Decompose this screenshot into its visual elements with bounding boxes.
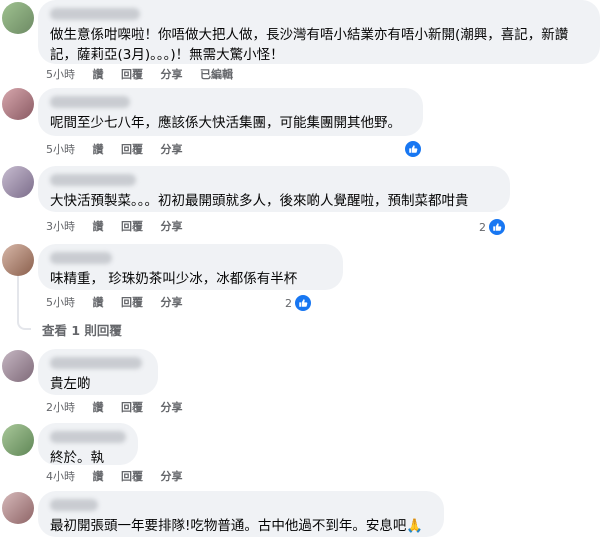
commenter-name[interactable] [50,96,130,108]
share-button[interactable]: 分享 [161,470,183,483]
avatar[interactable] [2,350,34,382]
reply-thread-line [17,276,31,330]
reply-button[interactable]: 回覆 [121,296,143,309]
reaction-summary[interactable] [404,140,422,158]
avatar[interactable] [2,166,34,198]
share-button[interactable]: 分享 [161,68,183,81]
share-button[interactable]: 分享 [161,143,183,156]
share-button[interactable]: 分享 [161,220,183,233]
reply-button[interactable]: 回覆 [121,401,143,414]
timestamp[interactable]: 2小時 [46,401,75,414]
like-reaction-icon [488,218,506,236]
reaction-summary[interactable]: 2 [479,218,506,236]
reply-button[interactable]: 回覆 [121,470,143,483]
comment-bubble: 終於。執 [38,423,138,466]
share-button[interactable]: 分享 [161,401,183,414]
reaction-count: 2 [285,296,292,310]
reply-button[interactable]: 回覆 [121,68,143,81]
timestamp[interactable]: 4小時 [46,470,75,483]
reaction-summary[interactable]: 2 [285,294,312,312]
comment-bubble: 最初開張頭一年要排隊!吃物普通。古中他過不到年。安息吧🙏 [38,491,444,537]
like-button[interactable]: 讚 [93,470,104,483]
timestamp[interactable]: 5小時 [46,296,75,309]
like-button[interactable]: 讚 [93,220,104,233]
comment-bubble: 貴左啲 [38,349,158,395]
like-button[interactable]: 讚 [93,68,104,81]
commenter-name[interactable] [50,252,112,264]
reply-button[interactable]: 回覆 [121,143,143,156]
edited-label: 已編輯 [200,68,233,81]
comment-text: 做生意係咁㗎啦！你唔做大把人做，長沙灣有唔小結業亦有唔小新開(潮興，喜記，新讚記… [50,27,569,63]
comment-text: 最初開張頭一年要排隊!吃物普通。古中他過不到年。安息吧🙏 [50,518,424,534]
timestamp[interactable]: 5小時 [46,143,75,156]
comment-bubble: 呢間至少七八年，應該係大快活集團，可能集團開其他野。 [38,88,423,136]
reaction-count: 2 [479,220,486,234]
commenter-name[interactable] [50,8,140,20]
commenter-name[interactable] [50,357,142,369]
avatar[interactable] [2,424,34,456]
comment-text: 呢間至少七八年，應該係大快活集團，可能集團開其他野。 [50,115,401,131]
avatar[interactable] [2,492,34,524]
avatar[interactable] [2,2,34,34]
commenter-name[interactable] [50,499,98,511]
timestamp[interactable]: 5小時 [46,68,75,81]
comment-actions: 5小時 讚 回覆 分享 已編輯 [46,67,247,83]
comment-text: 貴左啲 [50,376,91,392]
avatar[interactable] [2,244,34,276]
reply-button[interactable]: 回覆 [121,220,143,233]
avatar[interactable] [2,88,34,120]
comment-bubble: 大快活預製菜。。。初初最開頭就多人，後來啲人覺醒啦，預制菜都咁貴 [38,166,510,212]
comment-actions: 3小時 讚 回覆 分享 [46,219,197,235]
like-button[interactable]: 讚 [93,401,104,414]
like-button[interactable]: 讚 [93,296,104,309]
comment-bubble: 味精重， 珍珠奶茶叫少冰，冰都係有半杯 [38,244,343,290]
comment-bubble: 做生意係咁㗎啦！你唔做大把人做，長沙灣有唔小結業亦有唔小新開(潮興，喜記，新讚記… [38,0,600,64]
commenter-name[interactable] [50,174,136,186]
timestamp[interactable]: 3小時 [46,220,75,233]
comment-text: 大快活預製菜。。。初初最開頭就多人，後來啲人覺醒啦，預制菜都咁貴 [50,193,469,209]
view-replies-link[interactable]: 查看 1 則回覆 [42,320,122,339]
comment-actions: 5小時 讚 回覆 分享 [46,142,197,158]
like-reaction-icon [294,294,312,312]
commenter-name[interactable] [50,431,126,443]
comment-text: 味精重， 珍珠奶茶叫少冰，冰都係有半杯 [50,271,298,287]
like-button[interactable]: 讚 [93,143,104,156]
comment-actions: 4小時 讚 回覆 分享 [46,469,197,485]
comment-actions: 5小時 讚 回覆 分享 [46,295,197,311]
share-button[interactable]: 分享 [161,296,183,309]
comment-text: 終於。執 [50,450,104,466]
comment-actions: 2小時 讚 回覆 分享 [46,400,197,416]
like-reaction-icon [404,140,422,158]
